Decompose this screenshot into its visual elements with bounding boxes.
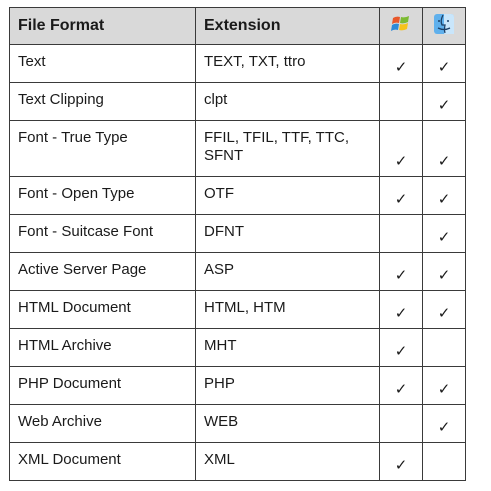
windows-support-cell: ✓	[379, 328, 423, 367]
mac-support-cell: ✓	[422, 404, 466, 443]
check-icon: ✓	[437, 305, 451, 322]
check-icon: ✓	[394, 343, 408, 360]
extension-cell: MHT	[195, 328, 380, 367]
format-cell: Font - True Type	[9, 120, 196, 177]
mac-support-cell: ✓	[422, 214, 466, 253]
table-row: Font - True Type FFIL, TFIL, TTF, TTC, SF…	[9, 120, 466, 177]
windows-support-cell	[379, 404, 423, 443]
extension-cell: clpt	[195, 82, 380, 121]
check-icon: ✓	[437, 229, 451, 246]
check-icon: ✓	[437, 191, 451, 208]
windows-support-cell: ✓	[379, 290, 423, 329]
windows-support-cell	[379, 214, 423, 253]
check-icon: ✓	[437, 59, 451, 76]
check-icon: ✓	[437, 267, 451, 284]
extension-cell: TEXT, TXT, ttro	[195, 44, 380, 83]
extension-cell: XML	[195, 442, 380, 481]
check-icon: ✓	[394, 381, 408, 398]
check-icon: ✓	[437, 97, 451, 114]
windows-support-cell: ✓	[379, 44, 423, 83]
mac-support-cell: ✓	[422, 252, 466, 291]
mac-support-cell: ✓	[422, 290, 466, 329]
windows-support-cell: ✓	[379, 120, 423, 177]
table-row: Font - Suitcase Font DFNT ✓	[9, 214, 466, 253]
table-row: Text TEXT, TXT, ttro ✓ ✓	[9, 44, 466, 83]
header-extension: Extension	[195, 7, 380, 45]
format-cell: Font - Open Type	[9, 176, 196, 215]
table-row: Font - Open Type OTF ✓ ✓	[9, 176, 466, 215]
table-body: Text TEXT, TXT, ttro ✓ ✓ Text Clipping clpt ✓ F…	[9, 44, 466, 481]
mac-support-cell: ✓	[422, 120, 466, 177]
format-cell: Font - Suitcase Font	[9, 214, 196, 253]
extension-cell: PHP	[195, 366, 380, 405]
mac-support-cell	[422, 442, 466, 481]
check-icon: ✓	[394, 59, 408, 76]
header-file-format: File Format	[9, 7, 196, 45]
check-icon: ✓	[437, 381, 451, 398]
format-cell: PHP Document	[9, 366, 196, 405]
check-icon: ✓	[394, 305, 408, 322]
extension-cell: HTML, HTM	[195, 290, 380, 329]
windows-support-cell	[379, 82, 423, 121]
file-format-table: File Format Extension Text TEXT, TXT, tt…	[9, 7, 466, 481]
extension-cell: DFNT	[195, 214, 380, 253]
table-row: Text Clipping clpt ✓	[9, 82, 466, 121]
table-row: HTML Document HTML, HTM ✓ ✓	[9, 290, 466, 329]
format-cell: Text Clipping	[9, 82, 196, 121]
extension-cell: WEB	[195, 404, 380, 443]
windows-support-cell: ✓	[379, 252, 423, 291]
extension-cell: FFIL, TFIL, TTF, TTC, SFNT	[195, 120, 380, 177]
mac-support-cell: ✓	[422, 176, 466, 215]
format-cell: XML Document	[9, 442, 196, 481]
mac-finder-icon	[422, 7, 466, 45]
mac-support-cell: ✓	[422, 366, 466, 405]
format-cell: Web Archive	[9, 404, 196, 443]
check-icon: ✓	[394, 267, 408, 284]
table-row: HTML Archive MHT ✓	[9, 328, 466, 367]
table-row: Web Archive WEB ✓	[9, 404, 466, 443]
mac-support-cell: ✓	[422, 82, 466, 121]
check-icon: ✓	[394, 153, 408, 170]
windows-support-cell: ✓	[379, 366, 423, 405]
format-cell: HTML Document	[9, 290, 196, 329]
check-icon: ✓	[394, 191, 408, 208]
mac-support-cell	[422, 328, 466, 367]
format-cell: Active Server Page	[9, 252, 196, 291]
format-cell: Text	[9, 44, 196, 83]
windows-icon	[379, 7, 423, 45]
table-row: XML Document XML ✓	[9, 442, 466, 481]
check-icon: ✓	[394, 457, 408, 474]
check-icon: ✓	[437, 153, 451, 170]
extension-cell: OTF	[195, 176, 380, 215]
windows-support-cell: ✓	[379, 442, 423, 481]
table-row: PHP Document PHP ✓ ✓	[9, 366, 466, 405]
format-cell: HTML Archive	[9, 328, 196, 367]
windows-support-cell: ✓	[379, 176, 423, 215]
extension-cell: ASP	[195, 252, 380, 291]
header-row: File Format Extension	[9, 7, 466, 45]
table-row: Active Server Page ASP ✓ ✓	[9, 252, 466, 291]
check-icon: ✓	[437, 419, 451, 436]
mac-support-cell: ✓	[422, 44, 466, 83]
